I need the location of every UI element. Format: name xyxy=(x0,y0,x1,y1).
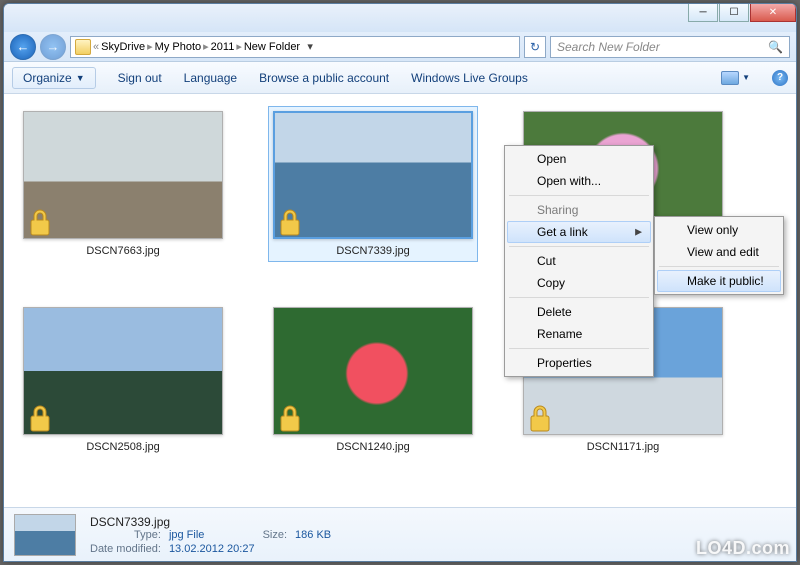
path-dropdown-icon[interactable]: ▾ xyxy=(302,40,318,53)
ctx-cut[interactable]: Cut xyxy=(507,250,651,272)
lock-icon xyxy=(27,209,53,237)
menu-separator xyxy=(509,348,649,349)
explorer-window: ─ ☐ ✕ ← → « SkyDrive ▸ My Photo ▸ 2011 ▸… xyxy=(3,3,797,562)
sub-view-only[interactable]: View only xyxy=(657,219,781,241)
sub-make-public[interactable]: Make it public! xyxy=(657,270,781,292)
file-list: DSCN7663.jpg DSCN7339.jpg DSCN DSCN2508.… xyxy=(4,94,796,507)
folder-icon xyxy=(75,39,91,55)
file-item-selected[interactable]: DSCN7339.jpg xyxy=(268,106,478,262)
file-name: DSCN7663.jpg xyxy=(86,245,159,257)
sub-view-edit[interactable]: View and edit xyxy=(657,241,781,263)
file-item[interactable]: DSCN7663.jpg xyxy=(18,106,228,262)
context-menu: Open Open with... Sharing Get a link ▶ C… xyxy=(504,145,654,377)
file-name: DSCN1171.jpg xyxy=(587,441,660,453)
file-item[interactable]: DSCN2508.jpg xyxy=(18,302,228,458)
signout-button[interactable]: Sign out xyxy=(118,71,162,85)
details-filename: DSCN7339.jpg xyxy=(90,515,331,529)
toolbar: Organize ▼ Sign out Language Browse a pu… xyxy=(4,62,796,94)
thumbnail xyxy=(273,111,473,239)
thumbnail xyxy=(23,111,223,239)
maximize-button[interactable]: ☐ xyxy=(719,4,749,22)
back-button[interactable]: ← xyxy=(10,34,36,60)
file-name: DSCN1240.jpg xyxy=(336,441,409,453)
titlebar: ─ ☐ ✕ xyxy=(4,4,796,32)
language-button[interactable]: Language xyxy=(184,71,237,85)
menu-separator xyxy=(509,195,649,196)
close-button[interactable]: ✕ xyxy=(750,4,796,22)
ctx-copy[interactable]: Copy xyxy=(507,272,651,294)
organize-button[interactable]: Organize ▼ xyxy=(12,67,96,89)
ctx-sharing-header: Sharing xyxy=(507,199,651,221)
details-type-value: jpg File xyxy=(169,529,255,541)
thumbnail xyxy=(273,307,473,435)
file-name: DSCN2508.jpg xyxy=(86,441,159,453)
menu-separator xyxy=(659,266,779,267)
details-size-value: 186 KB xyxy=(295,529,331,541)
arrow-left-icon: ← xyxy=(17,39,30,54)
chevron-left-icon: « xyxy=(93,41,99,53)
chevron-right-icon: ▶ xyxy=(635,227,642,238)
search-placeholder: Search New Folder xyxy=(557,40,660,54)
details-pane: DSCN7339.jpg Type: jpg File Size: 186 KB… xyxy=(4,507,796,561)
chevron-down-icon: ▼ xyxy=(742,73,750,82)
address-bar: ← → « SkyDrive ▸ My Photo ▸ 2011 ▸ New F… xyxy=(4,32,796,62)
lock-icon xyxy=(277,405,303,433)
details-date-value: 13.02.2012 20:27 xyxy=(169,543,255,555)
crumb-newfolder[interactable]: New Folder xyxy=(244,41,300,53)
details-size-label: Size: xyxy=(263,529,287,541)
chevron-right-icon: ▸ xyxy=(147,40,153,53)
crumb-2011[interactable]: 2011 xyxy=(211,41,235,53)
arrow-right-icon: → xyxy=(47,39,60,54)
details-thumbnail xyxy=(14,514,76,556)
search-icon: 🔍 xyxy=(768,40,783,54)
lock-icon xyxy=(527,405,553,433)
ctx-rename[interactable]: Rename xyxy=(507,323,651,345)
view-options-button[interactable]: ▼ xyxy=(721,71,750,85)
details-date-label: Date modified: xyxy=(90,543,161,555)
ctx-properties[interactable]: Properties xyxy=(507,352,651,374)
lock-icon xyxy=(27,405,53,433)
context-submenu: View only View and edit Make it public! xyxy=(654,216,784,295)
chevron-down-icon: ▼ xyxy=(76,73,85,83)
ctx-open-with[interactable]: Open with... xyxy=(507,170,651,192)
details-type-label: Type: xyxy=(90,529,161,541)
ctx-open[interactable]: Open xyxy=(507,148,651,170)
menu-separator xyxy=(509,246,649,247)
ctx-delete[interactable]: Delete xyxy=(507,301,651,323)
crumb-skydrive[interactable]: SkyDrive xyxy=(101,41,145,53)
search-input[interactable]: Search New Folder 🔍 xyxy=(550,36,790,58)
live-groups-button[interactable]: Windows Live Groups xyxy=(411,71,528,85)
refresh-icon: ↻ xyxy=(530,40,540,54)
lock-icon xyxy=(277,209,303,237)
minimize-button[interactable]: ─ xyxy=(688,4,718,22)
help-button[interactable]: ? xyxy=(772,70,788,86)
thumbnail xyxy=(23,307,223,435)
help-icon: ? xyxy=(777,72,783,83)
browse-public-button[interactable]: Browse a public account xyxy=(259,71,389,85)
refresh-button[interactable]: ↻ xyxy=(524,36,546,58)
chevron-right-icon: ▸ xyxy=(236,40,242,53)
file-name: DSCN7339.jpg xyxy=(336,245,409,257)
menu-separator xyxy=(509,297,649,298)
file-item[interactable]: DSCN1240.jpg xyxy=(268,302,478,458)
chevron-right-icon: ▸ xyxy=(203,40,209,53)
view-icon xyxy=(721,71,739,85)
ctx-get-link[interactable]: Get a link ▶ xyxy=(507,221,651,243)
crumb-myphoto[interactable]: My Photo xyxy=(155,41,201,53)
breadcrumb[interactable]: « SkyDrive ▸ My Photo ▸ 2011 ▸ New Folde… xyxy=(70,36,520,58)
forward-button[interactable]: → xyxy=(40,34,66,60)
